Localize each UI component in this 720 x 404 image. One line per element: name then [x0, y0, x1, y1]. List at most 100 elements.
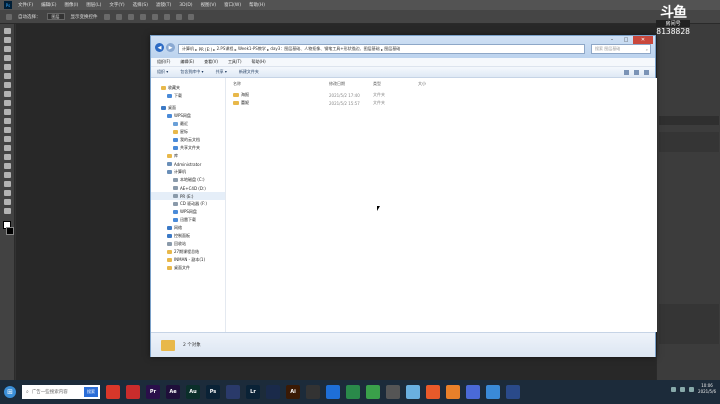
nav-course-summary[interactable]: 27期课程总结 [151, 248, 225, 256]
menu-file[interactable]: 组织(F) [157, 59, 170, 65]
ps-menu-file[interactable]: 文件(F) [18, 2, 33, 8]
shape-tool-icon[interactable] [3, 181, 11, 187]
nav-favorites[interactable]: 收藏夹 [151, 84, 225, 92]
column-date[interactable]: 修改日期 [329, 81, 345, 87]
panel-tab-header[interactable] [659, 116, 719, 125]
taskbar-app-icon[interactable]: Ae [166, 385, 180, 399]
ps-menu-layer[interactable]: 图层(L) [86, 2, 101, 8]
align-left-icon[interactable] [103, 13, 110, 20]
nav-drive-d[interactable]: AE+C4D (D:) [151, 184, 225, 192]
taskbar-app-icon[interactable]: Pr [146, 385, 160, 399]
nav-drive-e[interactable]: PR (E:) [151, 192, 225, 200]
forward-arrow-icon[interactable]: ▶ [166, 43, 175, 52]
ps-menu-edit[interactable]: 编辑(E) [41, 2, 56, 8]
more-tools-icon[interactable] [3, 208, 11, 214]
nav-starred[interactable]: 星标 [151, 128, 225, 136]
nav-computer[interactable]: 计算机 [151, 168, 225, 176]
nav-network[interactable]: 网络 [151, 224, 225, 232]
blur-tool-icon[interactable] [3, 136, 11, 142]
align-center-icon[interactable] [115, 13, 122, 20]
nav-downloads[interactable]: 下载 [151, 92, 225, 100]
tray-volume-icon[interactable] [680, 386, 686, 392]
marquee-tool-icon[interactable] [3, 37, 11, 43]
nav-shared-folder[interactable]: 共享文件夹 [151, 144, 225, 152]
pen-tool-icon[interactable] [3, 154, 11, 160]
taskbar-app-icon[interactable] [406, 385, 420, 399]
ps-menu-image[interactable]: 图像(I) [64, 2, 78, 8]
auto-select-checkbox[interactable]: 自动选择： [18, 14, 41, 20]
history-brush-tool-icon[interactable] [3, 109, 11, 115]
ps-menu-filter[interactable]: 滤镜(T) [156, 2, 171, 8]
taskbar-app-icon[interactable] [346, 385, 360, 399]
taskbar-app-icon[interactable] [126, 385, 140, 399]
taskbar-search-button[interactable]: 搜索 [84, 387, 98, 397]
column-size[interactable]: 大小 [418, 81, 426, 87]
nav-administrator[interactable]: Administrator [151, 160, 225, 168]
nav-recent[interactable]: 最近 [151, 120, 225, 128]
menu-edit[interactable]: 编辑(E) [180, 59, 194, 65]
nav-xunlei[interactable]: 迅雷下载 [151, 216, 225, 224]
taskbar-app-icon[interactable] [426, 385, 440, 399]
menu-help[interactable]: 帮助(H) [252, 59, 266, 65]
taskbar-app-icon[interactable] [506, 385, 520, 399]
ps-menu-type[interactable]: 文字(Y) [109, 2, 124, 8]
breadcrumb-day[interactable]: day3：图层基础、人物抠像、钢笔工具+形状描边、图层基础 [270, 46, 379, 52]
file-row-leini[interactable]: 蕾妮 2021/5/2 15:57 文件夹 [227, 99, 657, 107]
align-bottom-icon[interactable] [163, 13, 170, 20]
breadcrumb-computer[interactable]: 计算机 [182, 46, 194, 52]
taskbar-app-icon[interactable]: Lr [246, 385, 260, 399]
layer-select-dropdown[interactable]: 图层 [46, 13, 65, 20]
taskbar-app-icon[interactable]: Ps [206, 385, 220, 399]
nav-drive-c[interactable]: 本地磁盘 (C:) [151, 176, 225, 184]
view-options-icon[interactable] [624, 69, 629, 75]
search-input[interactable]: 搜索 图层基础 ⌕ [591, 44, 651, 54]
taskbar-app-icon[interactable] [386, 385, 400, 399]
taskbar-app-icon[interactable] [366, 385, 380, 399]
eyedropper-tool-icon[interactable] [3, 73, 11, 79]
breadcrumb-course[interactable]: 2.PS课程 [217, 46, 234, 52]
taskbar-app-icon[interactable] [306, 385, 320, 399]
type-tool-icon[interactable] [3, 163, 11, 169]
nav-desktop-files[interactable]: 桌面文件 [151, 264, 225, 272]
breadcrumb-week[interactable]: Week1-PS教学 [238, 46, 266, 52]
show-transform-checkbox[interactable]: 显示变换控件 [71, 14, 98, 20]
nav-control-panel[interactable]: 控制面板 [151, 232, 225, 240]
zoom-tool-icon[interactable] [3, 199, 11, 205]
taskbar-search-input[interactable]: ⌕ 广告一些搜索内容 搜索 [22, 385, 100, 399]
move-tool-icon[interactable] [3, 28, 11, 34]
file-row-haibao[interactable]: 海报 2021/5/2 17:40 文件夹 [227, 91, 657, 99]
breadcrumb-drive[interactable]: PR (E:) [199, 47, 212, 52]
back-arrow-icon[interactable]: ◀ [155, 43, 164, 52]
windows-start-icon[interactable]: ⊞ [4, 386, 16, 398]
align-middle-icon[interactable] [151, 13, 158, 20]
nav-recycle-bin[interactable]: 回收站 [151, 240, 225, 248]
organize-button[interactable]: 组织 ▾ [157, 69, 168, 75]
gradient-tool-icon[interactable] [3, 127, 11, 133]
taskbar-app-icon[interactable] [106, 385, 120, 399]
preview-pane-icon[interactable] [634, 69, 639, 75]
new-folder-button[interactable]: 新建文件夹 [239, 69, 259, 75]
taskbar-app-icon[interactable]: Au [186, 385, 200, 399]
move-tool-icon[interactable] [6, 13, 12, 20]
clock[interactable]: 10:06 2021/5/6 [698, 383, 716, 395]
tray-network-icon[interactable] [671, 386, 677, 392]
background-color-swatch[interactable] [5, 227, 14, 235]
column-name[interactable]: 名称 [233, 81, 241, 87]
distribute-icon[interactable] [175, 13, 182, 20]
column-type[interactable]: 类型 [373, 81, 381, 87]
stamp-tool-icon[interactable] [3, 100, 11, 106]
menu-view[interactable]: 查看(V) [204, 59, 218, 65]
eraser-tool-icon[interactable] [3, 118, 11, 124]
include-in-library-button[interactable]: 包含到库中 ▾ [180, 69, 203, 75]
ps-menu-help[interactable]: 帮助(H) [249, 2, 265, 8]
menu-tools[interactable]: 工具(T) [228, 59, 242, 65]
hand-tool-icon[interactable] [3, 190, 11, 196]
brush-tool-icon[interactable] [3, 91, 11, 97]
healing-tool-icon[interactable] [3, 82, 11, 88]
minimize-icon[interactable]: – [605, 36, 619, 44]
help-icon[interactable] [644, 69, 649, 75]
nav-drive-f[interactable]: CD 驱动器 (F:) [151, 200, 225, 208]
ps-menu-view[interactable]: 视图(V) [201, 2, 217, 8]
taskbar-app-icon[interactable] [226, 385, 240, 399]
nav-wps-cloud[interactable]: WPS网盘 [151, 112, 225, 120]
